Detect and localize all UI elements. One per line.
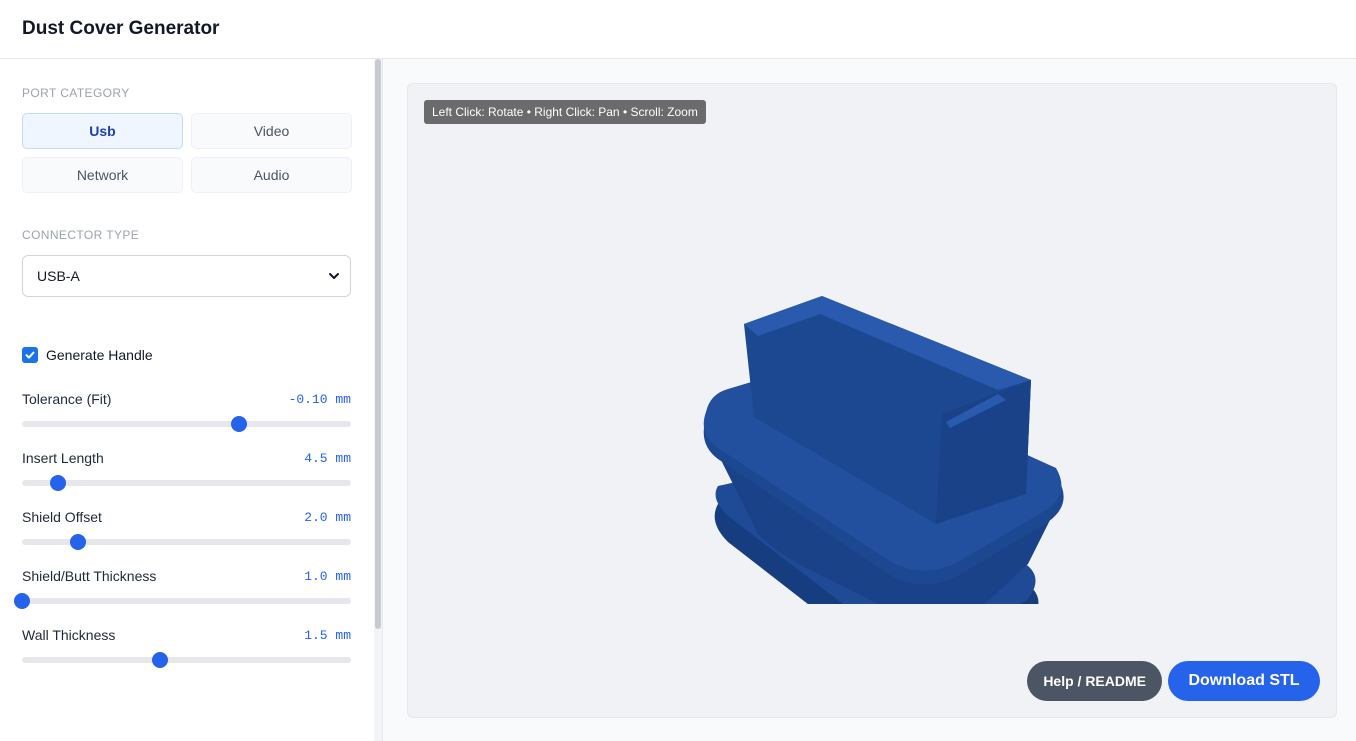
slider-track[interactable] [22, 652, 351, 668]
category-video-button[interactable]: Video [191, 113, 352, 149]
slider-label: Shield Offset [22, 509, 102, 525]
app-title: Dust Cover Generator [22, 18, 220, 39]
generate-handle-label: Generate Handle [46, 347, 153, 363]
help-readme-button[interactable]: Help / README [1027, 661, 1162, 701]
chevron-down-icon [329, 273, 339, 279]
slider-thumb[interactable] [14, 593, 30, 609]
port-category-label: Port Category [22, 86, 130, 100]
slider-label: Wall Thickness [22, 627, 116, 643]
generate-handle-row[interactable]: Generate Handle [22, 347, 351, 363]
settings-sidebar: Port Category Usb Video Network Audio Co… [0, 59, 374, 741]
slider-value: 2.0 mm [304, 509, 351, 525]
connector-type-value: USB-A [37, 268, 80, 284]
connector-type-label: Connector Type [22, 228, 140, 242]
slider-track[interactable] [14, 593, 351, 609]
slider-track[interactable] [22, 416, 351, 432]
port-category-grid: Usb Video Network Audio [22, 113, 352, 193]
main-area: Left Click: Rotate • Right Click: Pan • … [383, 59, 1356, 741]
slider-wall-thickness: Wall Thickness 1.5 mm [22, 626, 351, 668]
slider-thumb[interactable] [152, 652, 169, 668]
generate-handle-checkbox[interactable] [22, 347, 38, 363]
check-icon [25, 351, 35, 359]
3d-viewport[interactable]: Left Click: Rotate • Right Click: Pan • … [407, 83, 1337, 718]
slider-label: Tolerance (Fit) [22, 391, 112, 407]
slider-label: Insert Length [22, 450, 104, 466]
dust-cover-model[interactable] [688, 204, 1088, 604]
slider-value: 1.5 mm [304, 627, 351, 643]
slider-track[interactable] [22, 534, 351, 550]
slider-track[interactable] [22, 475, 351, 491]
sidebar-scrollbar[interactable] [374, 59, 383, 741]
slider-value: 4.5 mm [304, 450, 351, 466]
category-usb-button[interactable]: Usb [22, 113, 183, 149]
category-network-button[interactable]: Network [22, 157, 183, 193]
slider-label: Shield/Butt Thickness [22, 568, 157, 584]
slider-value: 1.0 mm [304, 568, 351, 584]
slider-thumb[interactable] [69, 534, 86, 550]
category-audio-button[interactable]: Audio [191, 157, 352, 193]
slider-insert-length: Insert Length 4.5 mm [22, 449, 351, 491]
slider-value: -0.10 mm [288, 391, 351, 407]
slider-shield-butt-thickness: Shield/Butt Thickness 1.0 mm [14, 567, 351, 609]
app-header: Dust Cover Generator [0, 0, 1356, 59]
slider-thumb[interactable] [50, 475, 67, 491]
connector-type-select[interactable]: USB-A [22, 255, 351, 297]
download-stl-button[interactable]: Download STL [1168, 661, 1320, 701]
scrollbar-thumb[interactable] [375, 59, 381, 629]
slider-thumb[interactable] [231, 416, 248, 432]
slider-tolerance: Tolerance (Fit) -0.10 mm [22, 390, 351, 432]
slider-shield-offset: Shield Offset 2.0 mm [22, 508, 351, 550]
controls-hint: Left Click: Rotate • Right Click: Pan • … [424, 100, 706, 124]
